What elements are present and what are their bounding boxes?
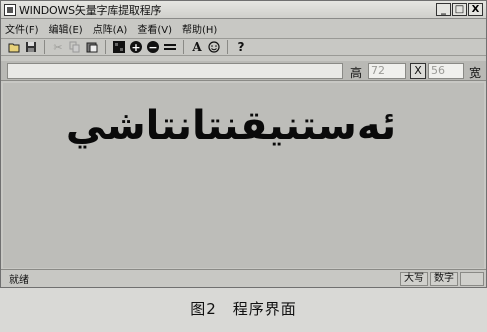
window-controls: _ □ X	[436, 3, 483, 16]
font-icon[interactable]: A	[190, 40, 204, 54]
copy-icon[interactable]	[68, 40, 82, 54]
help-icon[interactable]: ?	[234, 40, 248, 54]
open-icon[interactable]	[7, 40, 21, 54]
toolbar-separator	[183, 40, 184, 54]
paste-icon[interactable]	[85, 40, 99, 54]
height-label: 高	[350, 66, 363, 80]
width-label: 宽	[469, 66, 482, 80]
menu-help[interactable]: 帮助(H)	[182, 21, 217, 36]
figure-caption: 图2 程序界面	[190, 300, 297, 318]
maximize-button[interactable]: □	[452, 3, 467, 16]
main-window: WINDOWS矢量字库提取程序 _ □ X 文件(F) 编辑(E) 点阵(A) …	[0, 0, 487, 288]
title-bar[interactable]: WINDOWS矢量字库提取程序 _ □ X	[1, 1, 486, 19]
status-num: 数字	[430, 271, 458, 286]
width-field[interactable]: 56	[428, 63, 464, 79]
cut-icon[interactable]: ✂	[51, 40, 65, 54]
equal-icon[interactable]	[163, 40, 177, 54]
save-icon[interactable]	[24, 40, 38, 54]
toolbar-separator	[227, 40, 228, 54]
menu-bar: 文件(F) 编辑(E) 点阵(A) 查看(V) 帮助(H)	[1, 20, 486, 36]
menu-view[interactable]: 查看(V)	[137, 21, 172, 36]
fill-icon[interactable]	[112, 40, 126, 54]
toolbar-separator	[105, 40, 106, 54]
glyph-canvas[interactable]: ئەستنيقنتانتاشي	[3, 83, 484, 268]
parameter-bar: 高 72 X 56 宽	[1, 61, 486, 81]
smile-icon[interactable]	[207, 40, 221, 54]
status-ready: 就绪	[9, 275, 29, 286]
status-caps: 大写	[400, 271, 428, 286]
window-title: WINDOWS矢量字库提取程序	[19, 3, 162, 17]
menu-edit[interactable]: 编辑(E)	[49, 21, 83, 36]
zoom-out-icon[interactable]: −	[146, 40, 160, 54]
rendered-text: ئەستنيقنتانتاشي	[65, 103, 397, 149]
status-scroll	[460, 271, 484, 286]
menu-file[interactable]: 文件(F)	[5, 21, 39, 36]
toolbar-separator	[44, 40, 45, 54]
toolbar: ✂ + − A ?	[1, 38, 486, 56]
zoom-in-icon[interactable]: +	[129, 40, 143, 54]
status-bar: 就绪 大写 数字	[1, 269, 486, 287]
app-icon[interactable]	[4, 3, 16, 16]
close-button[interactable]: X	[468, 3, 483, 16]
menu-matrix[interactable]: 点阵(A)	[93, 21, 128, 36]
height-field[interactable]: 72	[368, 63, 406, 79]
x-button[interactable]: X	[410, 63, 426, 79]
text-input[interactable]	[7, 63, 343, 79]
minimize-button[interactable]: _	[436, 3, 451, 16]
